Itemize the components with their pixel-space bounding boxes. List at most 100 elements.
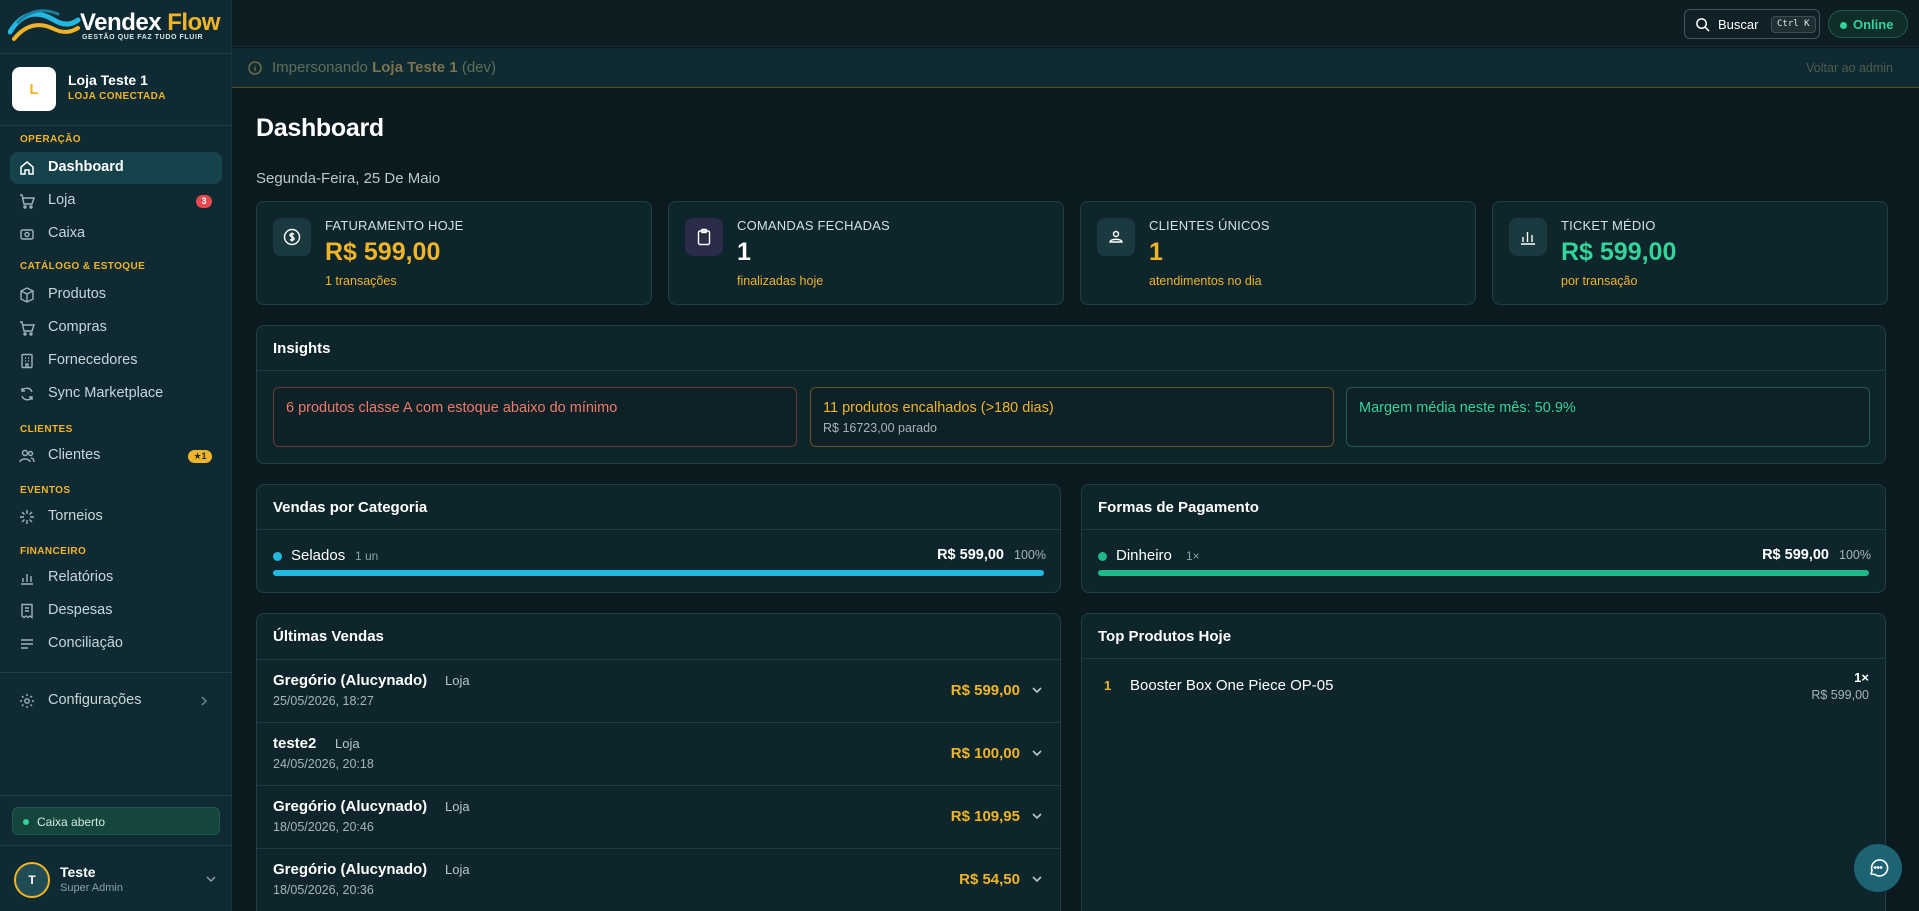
category-dot [273,552,282,561]
sidebar-item-label: Torneios [48,508,103,524]
insight-text: 11 produtos encalhados (>180 dias) [823,400,1054,416]
product-value: R$ 599,00 [1811,688,1869,702]
payment-value: R$ 599,00 [1762,547,1829,563]
sidebar-divider [0,672,232,673]
page-date: Segunda-Feira, 25 De Maio [256,170,441,187]
status-dot [1840,22,1847,29]
payment-dot [1098,552,1107,561]
insight-card-stale-products[interactable]: 11 produtos encalhados (>180 dias) R$ 16… [810,387,1334,447]
shopping-cart-icon [19,193,35,209]
chevron-down-icon[interactable] [1030,809,1044,823]
sale-row[interactable]: Gregório (Alucynado) Loja 18/05/2026, 20… [257,785,1060,848]
sidebar-item-label: Despesas [48,602,113,618]
sale-customer: teste2 [273,735,317,752]
panel-title: Vendas por Categoria [273,499,428,516]
impersonation-banner: Impersonando Loja Teste 1 (dev) Voltar a… [232,48,1919,88]
insight-text: Margem média neste mês: 50.9% [1359,400,1576,416]
notification-badge: 3 [196,195,212,208]
brand-logo[interactable]: Vendex Flow GESTÃO QUE FAZ TUDO FLUIR [8,6,228,46]
sidebar-item-dashboard[interactable]: Dashboard [10,152,222,184]
sidebar-item-produtos[interactable]: Produtos [10,279,222,311]
sale-source: Loja [445,862,470,877]
kpi-subtext: atendimentos no dia [1149,274,1262,288]
section-label-eventos: EVENTOS [20,485,71,496]
insight-card-low-stock[interactable]: 6 produtos classe A com estoque abaixo d… [273,387,797,447]
sidebar-item-clientes[interactable]: Clientes ★1 [10,440,222,472]
sidebar-item-conciliacao[interactable]: Conciliação [10,628,222,660]
topbar: Buscar Ctrl K Online [232,0,1919,47]
sidebar-item-label: Conciliação [48,635,123,651]
store-selector[interactable]: L Loja Teste 1 LOJA CONECTADA [12,67,222,111]
sidebar-item-sync-marketplace[interactable]: Sync Marketplace [10,378,222,410]
sidebar-divider [0,53,232,54]
sale-row[interactable]: Gregório (Alucynado) Loja 18/05/2026, 20… [257,848,1060,911]
sidebar-item-fornecedores[interactable]: Fornecedores [10,345,222,377]
sidebar-item-label: Compras [48,319,107,335]
recent-sales-panel: Últimas Vendas Gregório (Alucynado) Loja… [256,613,1061,911]
sales-by-category-panel: Vendas por Categoria Selados 1 un R$ 599… [256,484,1061,593]
product-name[interactable]: Booster Box One Piece OP-05 [1130,677,1333,694]
sidebar-item-configuracoes[interactable]: Configurações [10,685,222,717]
list-icon [19,636,35,652]
home-icon [19,160,35,176]
users-icon [19,448,35,464]
top-products-panel: Top Produtos Hoje 1 Booster Box One Piec… [1081,613,1886,911]
section-label-operacao: OPERAÇÃO [20,134,81,145]
cash-register-icon [19,226,35,242]
star-badge: ★1 [188,450,212,463]
shopping-cart-icon [19,320,35,336]
sidebar-divider [0,845,232,846]
kpi-card-unique-clients: CLIENTES ÚNICOS 1 atendimentos no dia [1080,201,1476,305]
sidebar-item-label: Relatórios [48,569,114,585]
bar-chart-icon [19,570,35,586]
sidebar-item-relatorios[interactable]: Relatórios [10,562,222,594]
store-status: LOJA CONECTADA [68,91,166,102]
user-menu[interactable]: T Teste Super Admin [14,860,218,900]
sale-amount: R$ 54,50 [959,871,1020,888]
sidebar-item-loja[interactable]: Loja 3 [10,185,222,217]
section-label-financeiro: FINANCEIRO [20,546,87,557]
category-progress-bar [273,570,1044,576]
chat-button[interactable] [1854,844,1902,892]
sidebar-divider [0,795,232,796]
insight-card-margin[interactable]: Margem média neste mês: 50.9% [1346,387,1870,447]
sidebar-item-label: Clientes [48,447,101,463]
sidebar-item-compras[interactable]: Compras [10,312,222,344]
status-badge: Online [1828,10,1908,38]
kpi-value: R$ 599,00 [1561,238,1677,266]
insight-subtext: R$ 16723,00 parado [823,421,937,435]
kpi-card-closed-orders: COMANDAS FECHADAS 1 finalizadas hoje [668,201,1064,305]
category-value: R$ 599,00 [937,547,1004,563]
kpi-subtext: por transação [1561,274,1638,288]
kpi-subtext: 1 transações [325,274,397,288]
sidebar-item-despesas[interactable]: Despesas [10,595,222,627]
sidebar-item-caixa[interactable]: Caixa [10,218,222,250]
sale-row[interactable]: teste2 Loja 24/05/2026, 20:18 R$ 100,00 [257,722,1060,785]
user-name: Teste [60,864,96,880]
kpi-card-average-ticket: TICKET MÉDIO R$ 599,00 por transação [1492,201,1888,305]
panel-divider [1082,529,1885,530]
keyboard-shortcut: Ctrl K [1771,16,1816,33]
avatar: T [14,862,50,898]
panel-title: Últimas Vendas [273,628,384,645]
kpi-value: R$ 599,00 [325,238,441,266]
sale-source: Loja [335,736,360,751]
payment-progress-bar [1098,570,1869,576]
sidebar-item-label: Fornecedores [48,352,138,368]
sale-amount: R$ 109,95 [950,808,1020,825]
search-button[interactable]: Buscar Ctrl K [1684,9,1820,39]
sidebar-item-label: Caixa [48,225,86,241]
section-label-catalogo: CATÁLOGO & ESTOQUE [20,261,146,272]
chevron-down-icon[interactable] [1030,683,1044,697]
back-to-admin-link[interactable]: Voltar ao admin [1806,61,1893,75]
sidebar-item-torneios[interactable]: Torneios [10,501,222,533]
sale-amount: R$ 100,00 [950,745,1020,762]
bar-chart-icon [1509,218,1547,256]
wave-logo-icon [8,9,81,41]
impersonation-text: Impersonando Loja Teste 1 (dev) [272,59,497,76]
chevron-down-icon[interactable] [1030,872,1044,886]
chevron-down-icon[interactable] [1030,746,1044,760]
sale-row[interactable]: Gregório (Alucynado) Loja 25/05/2026, 18… [257,659,1060,722]
product-rank: 1 [1104,678,1112,693]
kpi-value: 1 [737,238,751,266]
